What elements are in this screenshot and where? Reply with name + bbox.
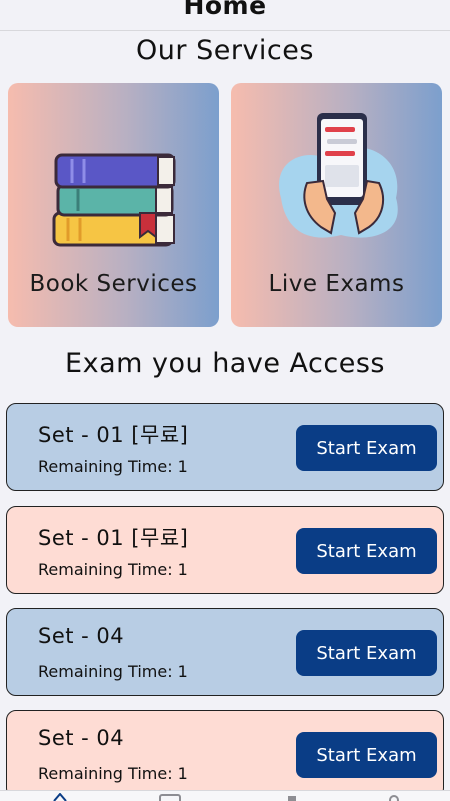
exam-name: Set - 01 [무료] bbox=[38, 526, 189, 550]
exam-card: Set - 04 Remaining Time: 1 Start Exam bbox=[6, 710, 444, 798]
remaining-time: Remaining Time: 1 bbox=[38, 662, 188, 681]
remaining-time: Remaining Time: 1 bbox=[38, 560, 188, 579]
start-exam-button[interactable]: Start Exam bbox=[296, 732, 437, 778]
tab-bar bbox=[0, 790, 450, 801]
start-exam-button[interactable]: Start Exam bbox=[296, 528, 437, 574]
exam-name: Set - 01 [무료] bbox=[38, 423, 189, 447]
phone-exam-icon bbox=[279, 113, 398, 238]
start-exam-button[interactable]: Start Exam bbox=[296, 425, 437, 471]
exam-card: Set - 01 [무료] Remaining Time: 1 Start Ex… bbox=[6, 403, 444, 491]
exam-card: Set - 04 Remaining Time: 1 Start Exam bbox=[6, 608, 444, 696]
remaining-time: Remaining Time: 1 bbox=[38, 764, 188, 783]
book-services-card[interactable]: Book Services bbox=[8, 83, 219, 327]
header-bar: Home bbox=[0, 0, 450, 31]
book-services-label: Book Services bbox=[29, 271, 198, 297]
live-exams-label: Live Exams bbox=[268, 271, 405, 297]
services-section-title: Our Services bbox=[136, 35, 314, 66]
live-exams-card[interactable]: Live Exams bbox=[231, 83, 442, 327]
page-title: Home bbox=[183, 0, 267, 20]
exam-card: Set - 01 [무료] Remaining Time: 1 Start Ex… bbox=[6, 506, 444, 594]
start-exam-button[interactable]: Start Exam bbox=[296, 630, 437, 676]
exam-name: Set - 04 bbox=[38, 624, 125, 648]
exam-name: Set - 04 bbox=[38, 726, 125, 750]
remaining-time: Remaining Time: 1 bbox=[38, 457, 188, 476]
books-icon bbox=[52, 153, 176, 247]
exams-section-title: Exam you have Access bbox=[65, 348, 385, 379]
